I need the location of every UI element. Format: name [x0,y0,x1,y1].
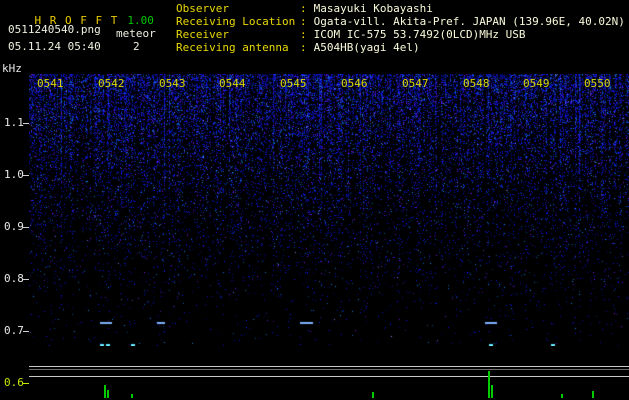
app-window: H R O F F T 1.00 0511240540.png meteor 2 … [0,0,629,400]
signal-spike [561,394,563,398]
signal-spike [491,385,493,398]
station-info: Observer: Masayuki Kobayashi Receiving Lo… [176,3,625,55]
freq-tick [23,123,29,124]
signal-spike [488,371,490,398]
freq-axis-unit: kHz [2,62,22,75]
time-label: 0546 [341,77,368,90]
signal-spike [592,391,594,398]
info-value: ICOM IC-575 53.7492(0LCD)MHz USB [313,28,526,41]
info-value: A504HB(yagi 4el) [313,41,420,54]
freq-tick [23,227,29,228]
signal-spike [104,385,106,398]
freq-tick [23,331,29,332]
time-label: 0550 [584,77,611,90]
freq-label: 1.0 [4,168,24,181]
colon: : [300,28,307,41]
freq-label: 1.1 [4,116,24,129]
output-filename: 0511240540.png [8,23,101,36]
time-label: 0541 [37,77,64,90]
freq-label: 0.7 [4,324,24,337]
signal-spike [372,392,374,398]
info-label: Receiving antenna [176,41,289,54]
time-label: 0549 [523,77,550,90]
meter-line [29,369,629,370]
freq-label: 0.9 [4,220,24,233]
freq-tick [23,279,29,280]
meter-line [29,366,629,367]
info-value: Masayuki Kobayashi [313,2,433,15]
info-value: Ogata-vill. Akita-Pref. JAPAN (139.96E, … [313,15,625,28]
freq-label: 0.8 [4,272,24,285]
info-label: Receiving Location [176,15,296,28]
time-label: 0548 [463,77,490,90]
meter-line [29,376,629,377]
meteor-count: 2 [133,40,140,53]
info-label: Observer [176,2,229,15]
mode-label: meteor [116,27,156,40]
app-version: 1.00 [127,14,154,27]
timestamp: 05.11.24 05:40 [8,40,101,53]
spectrogram-noise [29,74,629,346]
time-label: 0547 [402,77,429,90]
freq-label-bottom: 0.6 [4,376,24,389]
time-label: 0543 [159,77,186,90]
time-label: 0544 [219,77,246,90]
freq-tick [23,175,29,176]
info-row-antenna: Receiving antenna: A504HB(yagi 4el) [176,42,625,55]
colon: : [300,15,307,28]
freq-tick [23,383,29,384]
colon: : [300,41,307,54]
signal-spike [131,394,133,398]
info-label: Receiver [176,28,229,41]
signal-spike [107,390,109,398]
time-label: 0545 [280,77,307,90]
time-label: 0542 [98,77,125,90]
colon: : [300,2,307,15]
